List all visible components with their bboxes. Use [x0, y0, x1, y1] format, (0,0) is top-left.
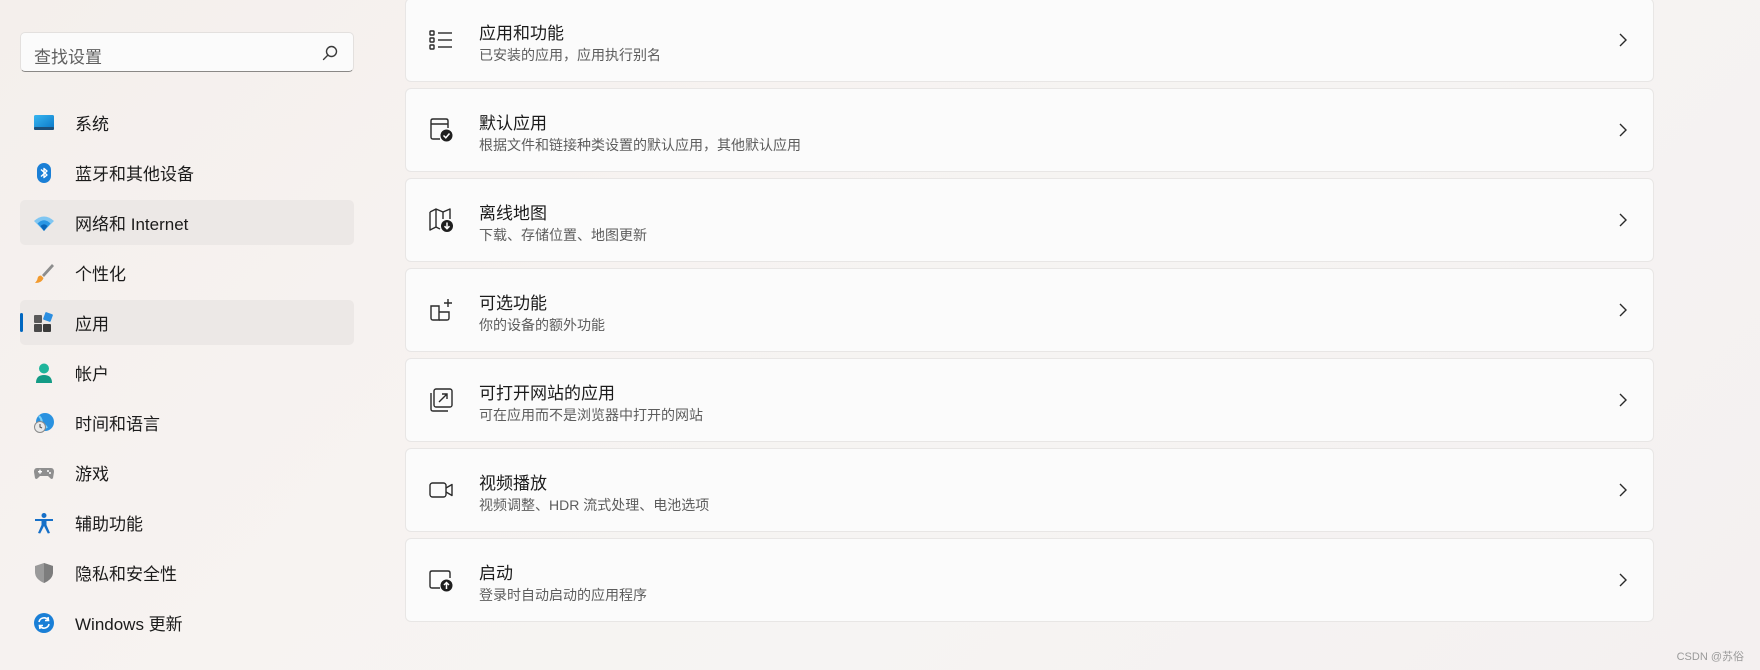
sidebar-item-bluetooth[interactable]: 蓝牙和其他设备 [20, 150, 354, 195]
system-icon [33, 112, 55, 134]
startup-icon [429, 570, 453, 592]
sidebar-item-apps[interactable]: 应用 [20, 300, 354, 345]
selected-indicator [20, 313, 23, 332]
sidebar-item-label: 时间和语言 [75, 415, 160, 434]
chevron-right-icon [1619, 573, 1627, 587]
sidebar-item-label: 应用 [75, 315, 109, 334]
account-icon [33, 362, 55, 384]
sidebar-item-accessibility[interactable]: 辅助功能 [20, 500, 354, 545]
card-subtitle: 你的设备的额外功能 [479, 317, 605, 333]
optional-features-icon [430, 299, 452, 321]
sidebar-item-label: 游戏 [75, 465, 109, 484]
card-video-playback[interactable]: 视频播放 视频调整、HDR 流式处理、电池选项 [405, 448, 1654, 532]
card-default-apps[interactable]: 默认应用 根据文件和链接种类设置的默认应用，其他默认应用 [405, 88, 1654, 172]
shield-icon [33, 562, 55, 584]
gamepad-icon [33, 462, 55, 484]
sidebar-item-label: 网络和 Internet [75, 215, 189, 234]
chevron-right-icon [1619, 483, 1627, 497]
list-icon [429, 30, 452, 50]
card-title: 离线地图 [479, 204, 547, 223]
sidebar: 查找设置 系统 蓝牙和其他设备 网络和 Internet 个性化 应用 帐户 时… [0, 0, 380, 670]
paintbrush-icon [33, 262, 55, 284]
sidebar-item-privacy-security[interactable]: 隐私和安全性 [20, 550, 354, 595]
search-box[interactable]: 查找设置 [20, 32, 354, 72]
chevron-right-icon [1619, 393, 1627, 407]
card-startup[interactable]: 启动 登录时自动启动的应用程序 [405, 538, 1654, 622]
card-subtitle: 视频调整、HDR 流式处理、电池选项 [479, 497, 710, 513]
chevron-right-icon [1619, 123, 1627, 137]
default-apps-icon [430, 118, 453, 142]
card-title: 启动 [479, 564, 513, 583]
bluetooth-icon [33, 162, 55, 184]
nav-list: 系统 蓝牙和其他设备 网络和 Internet 个性化 应用 帐户 时间和语言 … [20, 100, 354, 650]
sidebar-item-label: 个性化 [75, 265, 126, 284]
card-title: 可选功能 [479, 294, 547, 313]
time-language-icon [33, 412, 55, 434]
chevron-right-icon [1619, 303, 1627, 317]
chevron-right-icon [1619, 33, 1627, 47]
sidebar-item-gaming[interactable]: 游戏 [20, 450, 354, 495]
map-icon [429, 208, 453, 232]
card-subtitle: 根据文件和链接种类设置的默认应用，其他默认应用 [479, 137, 801, 153]
apps-icon [33, 311, 55, 334]
accessibility-icon [33, 512, 55, 534]
sidebar-item-label: 辅助功能 [75, 515, 143, 534]
sidebar-item-label: 帐户 [75, 365, 109, 384]
update-icon [33, 612, 55, 634]
video-icon [429, 482, 453, 498]
sidebar-item-personalization[interactable]: 个性化 [20, 250, 354, 295]
open-website-icon [430, 388, 453, 412]
wifi-icon [33, 212, 55, 234]
search-input[interactable]: 查找设置 [34, 43, 102, 68]
card-subtitle: 已安装的应用，应用执行别名 [479, 47, 661, 63]
card-title: 应用和功能 [479, 24, 564, 43]
search-icon[interactable] [321, 44, 339, 62]
card-title: 可打开网站的应用 [479, 384, 615, 403]
card-apps-features[interactable]: 应用和功能 已安装的应用，应用执行别名 [405, 0, 1654, 82]
card-subtitle: 下载、存储位置、地图更新 [479, 227, 647, 243]
card-title: 视频播放 [479, 474, 547, 493]
card-subtitle: 登录时自动启动的应用程序 [479, 587, 647, 603]
sidebar-item-label: 系统 [75, 115, 109, 134]
card-apps-for-websites[interactable]: 可打开网站的应用 可在应用而不是浏览器中打开的网站 [405, 358, 1654, 442]
card-subtitle: 可在应用而不是浏览器中打开的网站 [479, 407, 703, 423]
watermark: CSDN @苏俗 [1676, 651, 1744, 663]
card-offline-maps[interactable]: 离线地图 下载、存储位置、地图更新 [405, 178, 1654, 262]
sidebar-item-label: 隐私和安全性 [75, 565, 177, 584]
card-title: 默认应用 [479, 114, 547, 133]
sidebar-item-system[interactable]: 系统 [20, 100, 354, 145]
sidebar-item-label: 蓝牙和其他设备 [75, 165, 194, 184]
sidebar-item-windows-update[interactable]: Windows 更新 [20, 600, 354, 645]
card-optional-features[interactable]: 可选功能 你的设备的额外功能 [405, 268, 1654, 352]
sidebar-item-label: Windows 更新 [75, 615, 183, 634]
sidebar-item-accounts[interactable]: 帐户 [20, 350, 354, 395]
sidebar-item-time-language[interactable]: 时间和语言 [20, 400, 354, 445]
sidebar-item-network[interactable]: 网络和 Internet [20, 200, 354, 245]
chevron-right-icon [1619, 213, 1627, 227]
